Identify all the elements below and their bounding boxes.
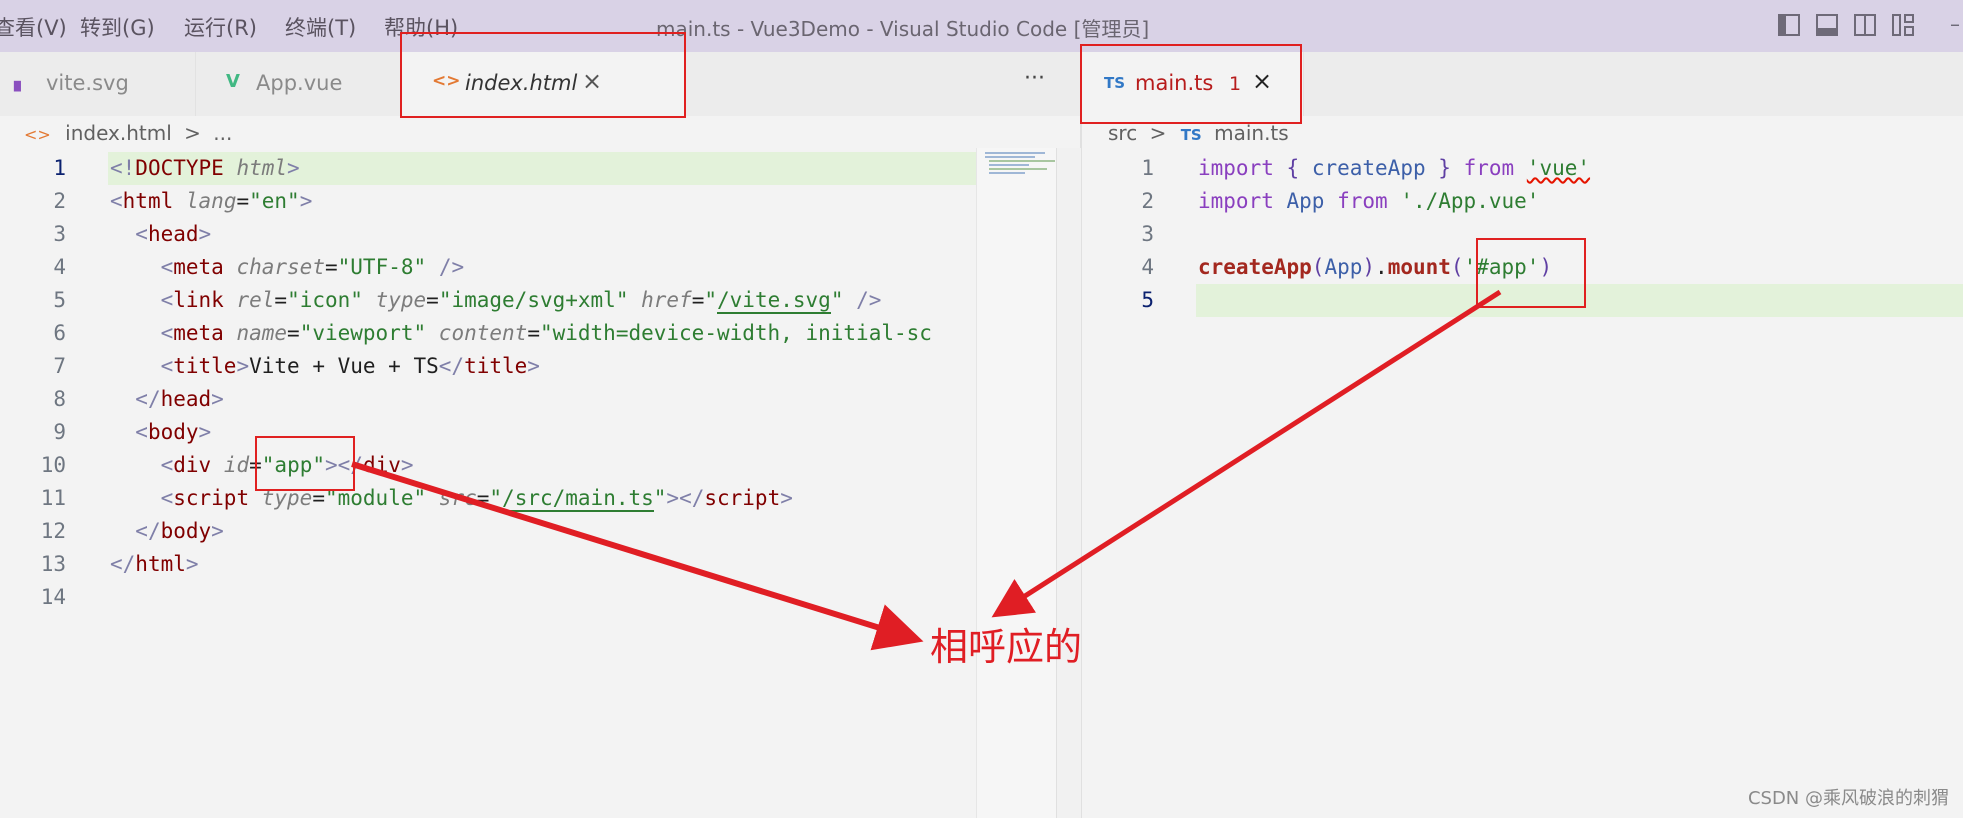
watermark: CSDN @乘风破浪的刺猬 xyxy=(1747,788,1949,809)
arrow-from-ts xyxy=(991,289,1502,618)
annotation-label: 相呼应的 xyxy=(930,625,1083,669)
annotation-arrows xyxy=(351,289,1502,651)
arrow-from-html xyxy=(351,461,924,651)
